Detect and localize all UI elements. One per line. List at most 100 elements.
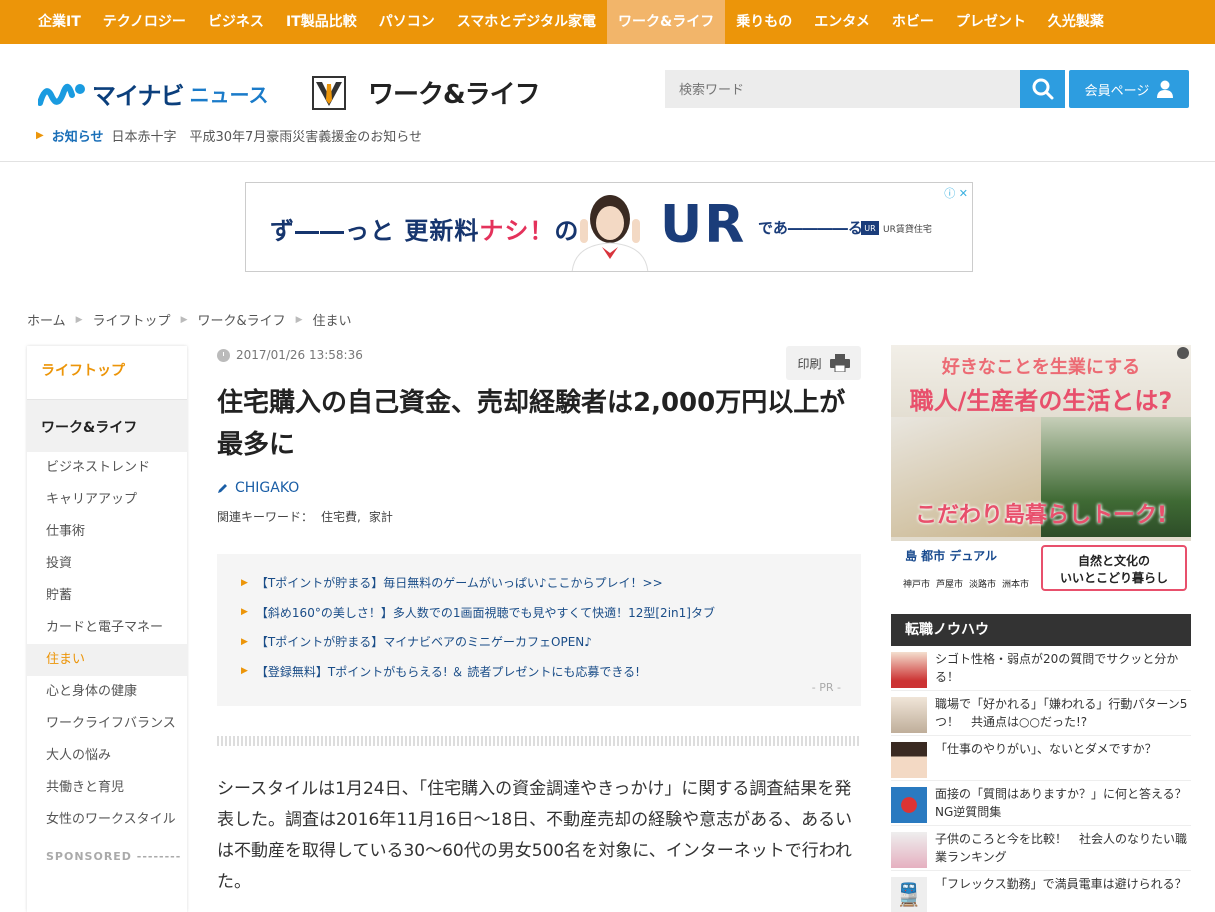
related-keywords: 関連キーワード： 住宅費, 家計 xyxy=(217,508,393,525)
breadcrumb-housing[interactable]: 住まい xyxy=(313,310,352,329)
nav-item-it-comparison[interactable]: IT製品比較 xyxy=(275,0,368,44)
adchoices-icon[interactable]: ⓘ ✕ xyxy=(944,185,968,201)
print-button[interactable]: 印刷 xyxy=(786,346,861,380)
arrow-right-icon: ▶ xyxy=(241,636,248,647)
banner-copy-part1: ず――っと 更新料 xyxy=(270,217,480,245)
nav-item-present[interactable]: プレゼント xyxy=(945,0,1037,44)
list-item[interactable]: 🚆 「フレックス勤務」で満員電車は避けられる？ xyxy=(891,871,1191,912)
ad-callout-line1: 自然と文化の xyxy=(1077,554,1150,568)
nav-item-technology[interactable]: テクノロジー xyxy=(92,0,197,44)
pr-link[interactable]: ▶ 【Tポイントが貯まる】マイナビベアのミニゲーカフェOPEN♪ xyxy=(241,627,861,657)
breadcrumb: ホーム ▶ ライフトップ ▶ ワーク&ライフ ▶ 住まい xyxy=(27,310,352,329)
sidebar-item-cards-emoney[interactable]: カードと電子マネー xyxy=(27,612,187,644)
right-ad[interactable]: 好きなことを生業にする 職人/生産者の生活とは? こだわり島暮らしトーク! 島 … xyxy=(891,345,1191,595)
breadcrumb-work-life[interactable]: ワーク&ライフ xyxy=(197,310,285,329)
ad-headline-2: 職人/生産者の生活とは? xyxy=(909,387,1173,415)
pr-link[interactable]: ▶ 【Tポイントが貯まる】毎日無料のゲームがいっぱい♪ここからプレイ！>> xyxy=(241,568,861,598)
ad-dual-logo: 島 都市 デュアル xyxy=(905,549,997,563)
thumbnail xyxy=(891,742,927,778)
nav-item-work-life[interactable]: ワーク&ライフ xyxy=(607,0,726,44)
pr-link[interactable]: ▶ 【斜め160°の美しさ！】多人数での1画面視聴でも見やすくて快適！12型[2… xyxy=(241,598,861,628)
author-name[interactable]: CHIGAKO xyxy=(235,480,299,496)
pr-link-text: 【Tポイントが貯まる】マイナビベアのミニゲーカフェOPEN♪ xyxy=(255,635,592,650)
sponsored-label: SPONSORED -------- xyxy=(46,850,182,863)
list-item-title: 職場で「好かれる」「嫌われる」行動パターン5つ！ 共通点は○○だった!? xyxy=(935,697,1188,729)
sidebar-item-dual-income-childcare[interactable]: 共働きと育児 xyxy=(27,772,187,804)
search-button[interactable] xyxy=(1020,70,1065,108)
nav-item-smartphone[interactable]: スマホとデジタル家電 xyxy=(446,0,607,44)
notice-bar: ▶ お知らせ 日本赤十字 平成30年7月豪雨災害義援金のお知らせ xyxy=(36,126,422,145)
pr-label: - PR - xyxy=(811,681,841,694)
thumbnail xyxy=(891,652,927,688)
ad-callout: 自然と文化の いいとこどり暮らし xyxy=(1041,545,1187,591)
notice-link[interactable]: 日本赤十字 平成30年7月豪雨災害義援金のお知らせ xyxy=(111,126,422,145)
banner-brand: UR UR賃貸住宅 xyxy=(861,221,932,235)
top-nav: 企業IT テクノロジー ビジネス IT製品比較 パソコン スマホとデジタル家電 … xyxy=(0,0,1215,44)
pr-link-text: 【Tポイントが貯まる】毎日無料のゲームがいっぱい♪ここからプレイ！>> xyxy=(255,576,663,591)
pr-link[interactable]: ▶ 【登録無料】Tポイントがもらえる! ＆ 読者プレゼントにも応募できる! xyxy=(241,657,861,687)
notice-label: お知らせ xyxy=(51,130,104,145)
search-input[interactable] xyxy=(665,70,1020,108)
arrow-right-icon: ▶ xyxy=(241,607,248,618)
breadcrumb-life-top[interactable]: ライフトップ xyxy=(93,310,171,329)
sidebar-item-savings[interactable]: 貯蓄 xyxy=(27,580,187,612)
ad-city: 芦屋市 xyxy=(936,580,964,590)
thumbnail xyxy=(891,787,927,823)
list-item[interactable]: 子供のころと今を比較！ 社会人のなりたい職業ランキング xyxy=(891,826,1191,871)
pr-link-text: 【登録無料】Tポイントがもらえる! ＆ 読者プレゼントにも応募できる! xyxy=(255,664,640,679)
ad-headline-1: 好きなことを生業にする xyxy=(941,357,1141,378)
search-icon xyxy=(1032,78,1053,100)
banner-brand-label: UR賃貸住宅 xyxy=(883,224,932,235)
list-item[interactable]: シゴト性格・弱点が20の質問でサクッと分かる！ xyxy=(891,646,1191,691)
ranking-title: 転職ノウハウ xyxy=(891,614,1191,646)
author-row: CHIGAKO xyxy=(217,480,299,496)
user-icon xyxy=(1157,80,1174,98)
sidebar-item-womens-workstyle[interactable]: 女性のワークスタイル xyxy=(27,804,187,836)
pencil-icon xyxy=(218,484,227,493)
ad-banner[interactable]: ず――っと 更新料ナシ！の UR であ――――る。 UR UR賃貸住宅 ⓘ ✕ xyxy=(245,182,973,272)
category-sidebar: ライフトップ ワーク&ライフ ビジネストレンド キャリアアップ 仕事術 投資 貯… xyxy=(27,346,187,912)
article-date-row: 2017/01/26 13:58:36 xyxy=(217,348,861,362)
nav-item-vehicles[interactable]: 乗りもの xyxy=(725,0,803,44)
nav-item-business[interactable]: ビジネス xyxy=(197,0,275,44)
nav-item-hobby[interactable]: ホビー xyxy=(881,0,945,44)
nav-item-entertainment[interactable]: エンタメ xyxy=(803,0,881,44)
list-item[interactable]: 職場で「好かれる」「嫌われる」行動パターン5つ！ 共通点は○○だった!? xyxy=(891,691,1191,736)
sidebar-item-health[interactable]: 心と身体の健康 xyxy=(27,676,187,708)
pr-link-text: 【斜め160°の美しさ！】多人数での1画面視聴でも見やすくて快適！12型[2in… xyxy=(255,605,715,620)
breadcrumb-separator-icon: ▶ xyxy=(75,314,83,325)
sidebar-category-work-life[interactable]: ワーク&ライフ xyxy=(27,400,187,452)
ad-city: 神戸市 xyxy=(903,580,931,590)
sidebar-item-career-up[interactable]: キャリアアップ xyxy=(27,484,187,516)
breadcrumb-separator-icon: ▶ xyxy=(180,314,188,325)
section-logo[interactable]: ワーク&ライフ xyxy=(312,74,541,111)
adchoices-icon[interactable] xyxy=(1177,347,1189,359)
keyword-link[interactable]: 家計 xyxy=(369,508,393,525)
nav-item-hisamitsu[interactable]: 久光製薬 xyxy=(1037,0,1115,44)
list-item[interactable]: 「仕事のやりがい」、ないとダメですか？ xyxy=(891,736,1191,781)
sidebar-life-top[interactable]: ライフトップ xyxy=(27,346,187,400)
sidebar-item-adult-worries[interactable]: 大人の悩み xyxy=(27,740,187,772)
divider-stripe xyxy=(217,736,861,746)
list-item[interactable]: 面接の「質問はありますか？」に何と答える？ NG逆質問集 xyxy=(891,781,1199,826)
clock-icon xyxy=(217,348,230,362)
sidebar-item-housing[interactable]: 住まい xyxy=(27,644,187,676)
banner-tail-text: であ――――る。 xyxy=(758,219,878,237)
section-title: ワーク&ライフ xyxy=(368,80,541,110)
banner-copy: ず――っと 更新料ナシ！の xyxy=(270,211,579,246)
sidebar-item-work-life-balance[interactable]: ワークライフバランス xyxy=(27,708,187,740)
nav-item-enterprise-it[interactable]: 企業IT xyxy=(27,0,92,44)
sidebar-item-work-skills[interactable]: 仕事術 xyxy=(27,516,187,548)
keywords-label: 関連キーワード： xyxy=(217,510,314,524)
member-page-button[interactable]: 会員ページ xyxy=(1069,70,1189,108)
banner-ur-text: UR xyxy=(660,195,747,255)
ad-city: 淡路市 xyxy=(969,580,997,590)
keyword-link[interactable]: 住宅費, xyxy=(321,508,361,525)
site-header: マイナビ ニュース ワーク&ライフ 会員ページ ▶ お知らせ 日本赤十字 平成3… xyxy=(0,44,1215,162)
nav-item-pc[interactable]: パソコン xyxy=(368,0,446,44)
breadcrumb-home[interactable]: ホーム xyxy=(27,310,66,329)
site-logo[interactable]: マイナビ ニュース xyxy=(38,76,269,111)
ad-footer: 島 都市 デュアル 神戸市 芦屋市 淡路市 洲本市 自然と文化の いいとこどり暮… xyxy=(891,541,1191,595)
sidebar-item-investment[interactable]: 投資 xyxy=(27,548,187,580)
sidebar-item-business-trend[interactable]: ビジネストレンド xyxy=(27,452,187,484)
